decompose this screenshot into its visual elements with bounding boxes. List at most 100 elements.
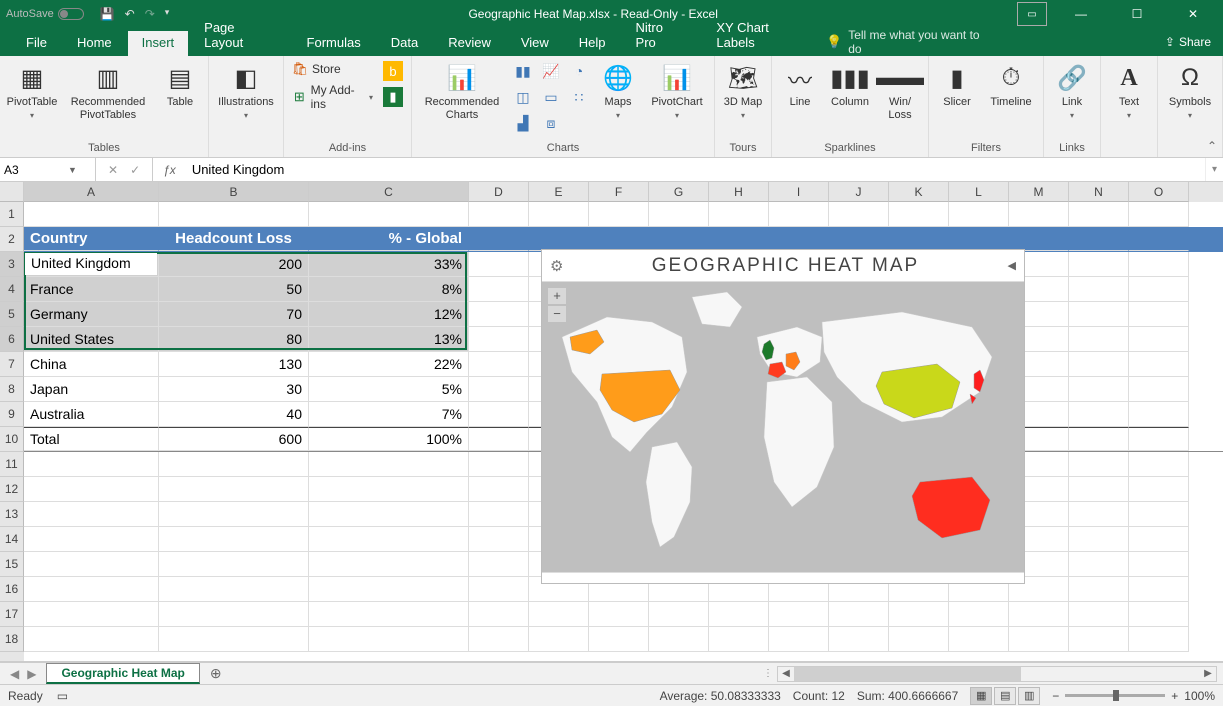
cell[interactable]: 22% — [309, 352, 469, 377]
cell[interactable] — [1009, 602, 1069, 627]
column-header[interactable]: I — [769, 182, 829, 202]
bing-maps-addin[interactable]: b — [381, 60, 405, 82]
cell[interactable] — [1129, 627, 1189, 652]
tab-home[interactable]: Home — [63, 31, 126, 56]
people-graph-addin[interactable]: ▮ — [381, 86, 405, 108]
cell[interactable] — [829, 227, 889, 251]
cell[interactable] — [769, 627, 829, 652]
row-header[interactable]: 16 — [0, 577, 24, 602]
row-header[interactable]: 3 — [0, 252, 24, 277]
cell[interactable]: 600 — [159, 427, 309, 451]
cell[interactable] — [1069, 202, 1129, 227]
cell[interactable] — [1129, 277, 1189, 302]
macro-record-icon[interactable]: ▭ — [57, 689, 68, 703]
tab-insert[interactable]: Insert — [128, 31, 189, 56]
cell[interactable] — [469, 302, 529, 327]
cell[interactable] — [469, 227, 529, 251]
cell[interactable] — [159, 627, 309, 652]
share-button[interactable]: ⇪ Share — [1165, 35, 1211, 49]
cell[interactable] — [769, 602, 829, 627]
cell[interactable] — [1069, 602, 1129, 627]
cell[interactable] — [1129, 502, 1189, 527]
cell[interactable]: Japan — [24, 377, 159, 402]
column-header[interactable]: B — [159, 182, 309, 202]
cell[interactable] — [309, 452, 469, 477]
cell[interactable] — [469, 427, 529, 451]
cell[interactable]: Australia — [24, 402, 159, 427]
cell[interactable] — [829, 202, 889, 227]
cell[interactable]: 70 — [159, 302, 309, 327]
row-header[interactable]: 10 — [0, 427, 24, 452]
cell[interactable] — [159, 527, 309, 552]
cell[interactable] — [889, 602, 949, 627]
cell[interactable] — [309, 202, 469, 227]
cell[interactable] — [1129, 477, 1189, 502]
3d-map-button[interactable]: 🗺 3D Map▾ — [721, 60, 765, 120]
slicer-button[interactable]: ▮Slicer — [935, 60, 979, 109]
tab-help[interactable]: Help — [565, 31, 620, 56]
hierarchy-chart-icon[interactable]: ◫ — [512, 86, 534, 108]
link-button[interactable]: 🔗Link▾ — [1050, 60, 1094, 120]
cell[interactable] — [159, 502, 309, 527]
timeline-button[interactable]: ⏱Timeline — [985, 60, 1037, 109]
cell[interactable] — [1129, 552, 1189, 577]
cell[interactable]: Headcount Loss — [159, 227, 309, 251]
cell[interactable] — [889, 627, 949, 652]
row-header[interactable]: 12 — [0, 477, 24, 502]
cell[interactable]: Germany — [24, 302, 159, 327]
sheet-nav-prev-icon[interactable]: ◀ — [10, 667, 19, 681]
column-header[interactable]: E — [529, 182, 589, 202]
cell[interactable] — [469, 602, 529, 627]
zoom-in-button[interactable]: + — [1171, 689, 1178, 703]
undo-icon[interactable]: ↶ — [125, 7, 135, 21]
chart-settings-icon[interactable]: ⚙ — [550, 257, 563, 275]
cell[interactable] — [1009, 227, 1069, 251]
column-header[interactable]: J — [829, 182, 889, 202]
chart-object[interactable]: ⚙ GEOGRAPHIC HEAT MAP ◀ + − — [541, 249, 1025, 584]
cell[interactable] — [159, 552, 309, 577]
cell[interactable] — [1009, 202, 1069, 227]
cell[interactable] — [309, 477, 469, 502]
symbols-button[interactable]: ΩSymbols▾ — [1164, 60, 1216, 120]
sheet-nav-next-icon[interactable]: ▶ — [27, 667, 36, 681]
tab-nitro-pro[interactable]: Nitro Pro — [622, 16, 701, 56]
cell[interactable] — [469, 527, 529, 552]
column-header[interactable]: F — [589, 182, 649, 202]
my-addins-button[interactable]: ⊞ My Add-ins ▾ — [290, 82, 375, 112]
scatter-chart-icon[interactable]: ∷ — [568, 86, 590, 108]
row-header[interactable]: 7 — [0, 352, 24, 377]
sparkline-column-button[interactable]: ▮▮▮Column — [828, 60, 872, 109]
cell[interactable]: 200 — [159, 252, 309, 277]
cell[interactable] — [24, 627, 159, 652]
cell[interactable] — [589, 227, 649, 251]
select-all-corner[interactable] — [0, 182, 24, 202]
cell[interactable] — [1069, 627, 1129, 652]
cell[interactable] — [24, 202, 159, 227]
maps-button[interactable]: 🌐 Maps▾ — [596, 60, 640, 120]
cell[interactable] — [889, 202, 949, 227]
column-header[interactable]: N — [1069, 182, 1129, 202]
tell-me-search[interactable]: 💡 Tell me what you want to do — [826, 28, 995, 56]
cell[interactable] — [589, 627, 649, 652]
zoom-level[interactable]: 100% — [1184, 689, 1215, 703]
cell[interactable] — [469, 552, 529, 577]
cell[interactable] — [1129, 527, 1189, 552]
column-header[interactable]: D — [469, 182, 529, 202]
name-box[interactable]: ▼ — [0, 158, 96, 181]
column-header[interactable]: C — [309, 182, 469, 202]
cell[interactable] — [1129, 252, 1189, 277]
sheet-tab-active[interactable]: Geographic Heat Map — [46, 663, 199, 684]
cell[interactable] — [309, 602, 469, 627]
cell[interactable] — [769, 227, 829, 251]
ribbon-display-options-icon[interactable]: ▭ — [1017, 2, 1047, 26]
cell[interactable] — [24, 602, 159, 627]
cell[interactable] — [469, 477, 529, 502]
cell[interactable] — [1129, 452, 1189, 477]
cell[interactable] — [469, 627, 529, 652]
cell[interactable] — [589, 202, 649, 227]
cell[interactable] — [24, 552, 159, 577]
cell[interactable]: China — [24, 352, 159, 377]
cell[interactable] — [1129, 302, 1189, 327]
cell[interactable] — [1069, 327, 1129, 352]
text-button[interactable]: AText▾ — [1107, 60, 1151, 120]
